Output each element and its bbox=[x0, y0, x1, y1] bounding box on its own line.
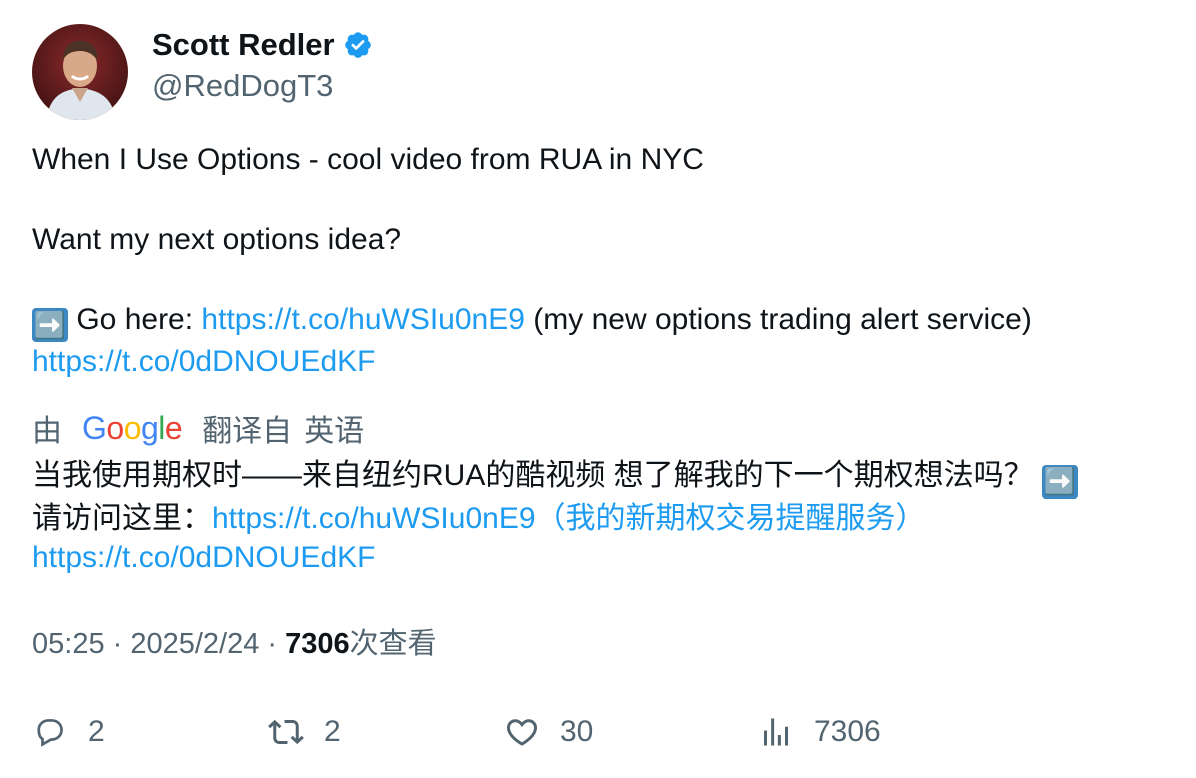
name-row: Scott Redler bbox=[152, 27, 373, 63]
retweet-icon bbox=[268, 719, 304, 745]
visit-here-text: 请访问这里： bbox=[32, 501, 212, 535]
reply-count: 2 bbox=[88, 715, 105, 748]
tweet-link-1[interactable]: https://t.co/huWSIu0nE9 bbox=[201, 303, 525, 336]
service-description: (my new options trading alert service) bbox=[524, 303, 1032, 336]
tweet-time[interactable]: 05:25 bbox=[32, 628, 105, 660]
analytics-icon bbox=[764, 718, 788, 746]
meta-separator: · bbox=[259, 628, 286, 660]
tweet-line-2: Want my next options idea? bbox=[32, 223, 402, 256]
retweet-button[interactable]: 2 bbox=[268, 708, 341, 756]
source-language: 英语 bbox=[304, 415, 365, 448]
translated-line-3: https://t.co/0dDNOUEdKF bbox=[32, 538, 1182, 577]
tweet-body: When I Use Options - cool video from RUA… bbox=[32, 140, 1172, 382]
translation-attribution: 由 Google 翻译自 英语 bbox=[32, 406, 364, 450]
heart-icon bbox=[506, 719, 538, 746]
tweet-header: Scott Redler @RedDogT3 bbox=[32, 24, 373, 120]
tweet-line-3: ➡️ Go here: https://t.co/huWSIu0nE9 (my … bbox=[32, 300, 1172, 342]
retweet-count: 2 bbox=[324, 715, 341, 748]
google-logo: Google bbox=[82, 409, 183, 446]
translated-by-label: 由 bbox=[32, 415, 62, 448]
arrow-right-emoji-icon: ➡️ bbox=[32, 308, 68, 342]
reply-icon bbox=[37, 719, 63, 747]
translated-line-1: 当我使用期权时——来自纽约RUA的酷视频 想了解我的下一个期权想法吗？ ➡️ bbox=[32, 456, 1182, 499]
action-bar: 2 2 30 7306 bbox=[32, 708, 1172, 758]
views-count: 7306 bbox=[285, 628, 350, 660]
translated-sentence: 当我使用期权时——来自纽约RUA的酷视频 想了解我的下一个期权想法吗？ bbox=[32, 459, 1043, 492]
tweet-line-4: https://t.co/0dDNOUEdKF bbox=[32, 342, 1172, 382]
like-button[interactable]: 30 bbox=[504, 708, 593, 756]
tweet-line-1: When I Use Options - cool video from RUA… bbox=[32, 143, 704, 176]
meta-separator: · bbox=[104, 628, 131, 660]
avatar[interactable] bbox=[32, 24, 128, 120]
author-names: Scott Redler @RedDogT3 bbox=[152, 27, 373, 105]
tweet-link-2[interactable]: https://t.co/0dDNOUEdKF bbox=[32, 345, 375, 378]
reply-button[interactable]: 2 bbox=[32, 708, 105, 756]
tweet-date[interactable]: 2025/2/24 bbox=[130, 628, 259, 660]
tweet-meta: 05:25 · 2025/2/24 · 7306次查看 bbox=[32, 624, 437, 664]
views-action-count: 7306 bbox=[814, 715, 881, 748]
verified-badge-icon[interactable] bbox=[343, 30, 373, 60]
tweet-blank-line bbox=[32, 260, 1172, 300]
translated-link-2[interactable]: https://t.co/0dDNOUEdKF bbox=[32, 541, 375, 574]
translated-line-2: 请访问这里：https://t.co/huWSIu0nE9（我的新期权交易提醒服… bbox=[32, 499, 1182, 538]
like-count: 30 bbox=[560, 715, 594, 748]
views-label: 次查看 bbox=[349, 628, 437, 660]
translated-text: 当我使用期权时——来自纽约RUA的酷视频 想了解我的下一个期权想法吗？ ➡️ 请… bbox=[32, 456, 1182, 577]
handle[interactable]: @RedDogT3 bbox=[152, 67, 373, 105]
display-name[interactable]: Scott Redler bbox=[152, 27, 335, 63]
arrow-right-emoji-icon: ➡️ bbox=[1042, 464, 1079, 499]
translated-link-1[interactable]: https://t.co/huWSIu0nE9 bbox=[212, 502, 536, 535]
go-here-text: Go here: bbox=[76, 303, 202, 336]
profile-photo-icon bbox=[32, 24, 128, 120]
tweet-blank-line bbox=[32, 180, 1172, 220]
views-button[interactable]: 7306 bbox=[758, 708, 881, 756]
translated-service-description[interactable]: （我的新期权交易提醒服务） bbox=[536, 502, 926, 535]
translated-from-label: 翻译自 bbox=[202, 415, 293, 448]
